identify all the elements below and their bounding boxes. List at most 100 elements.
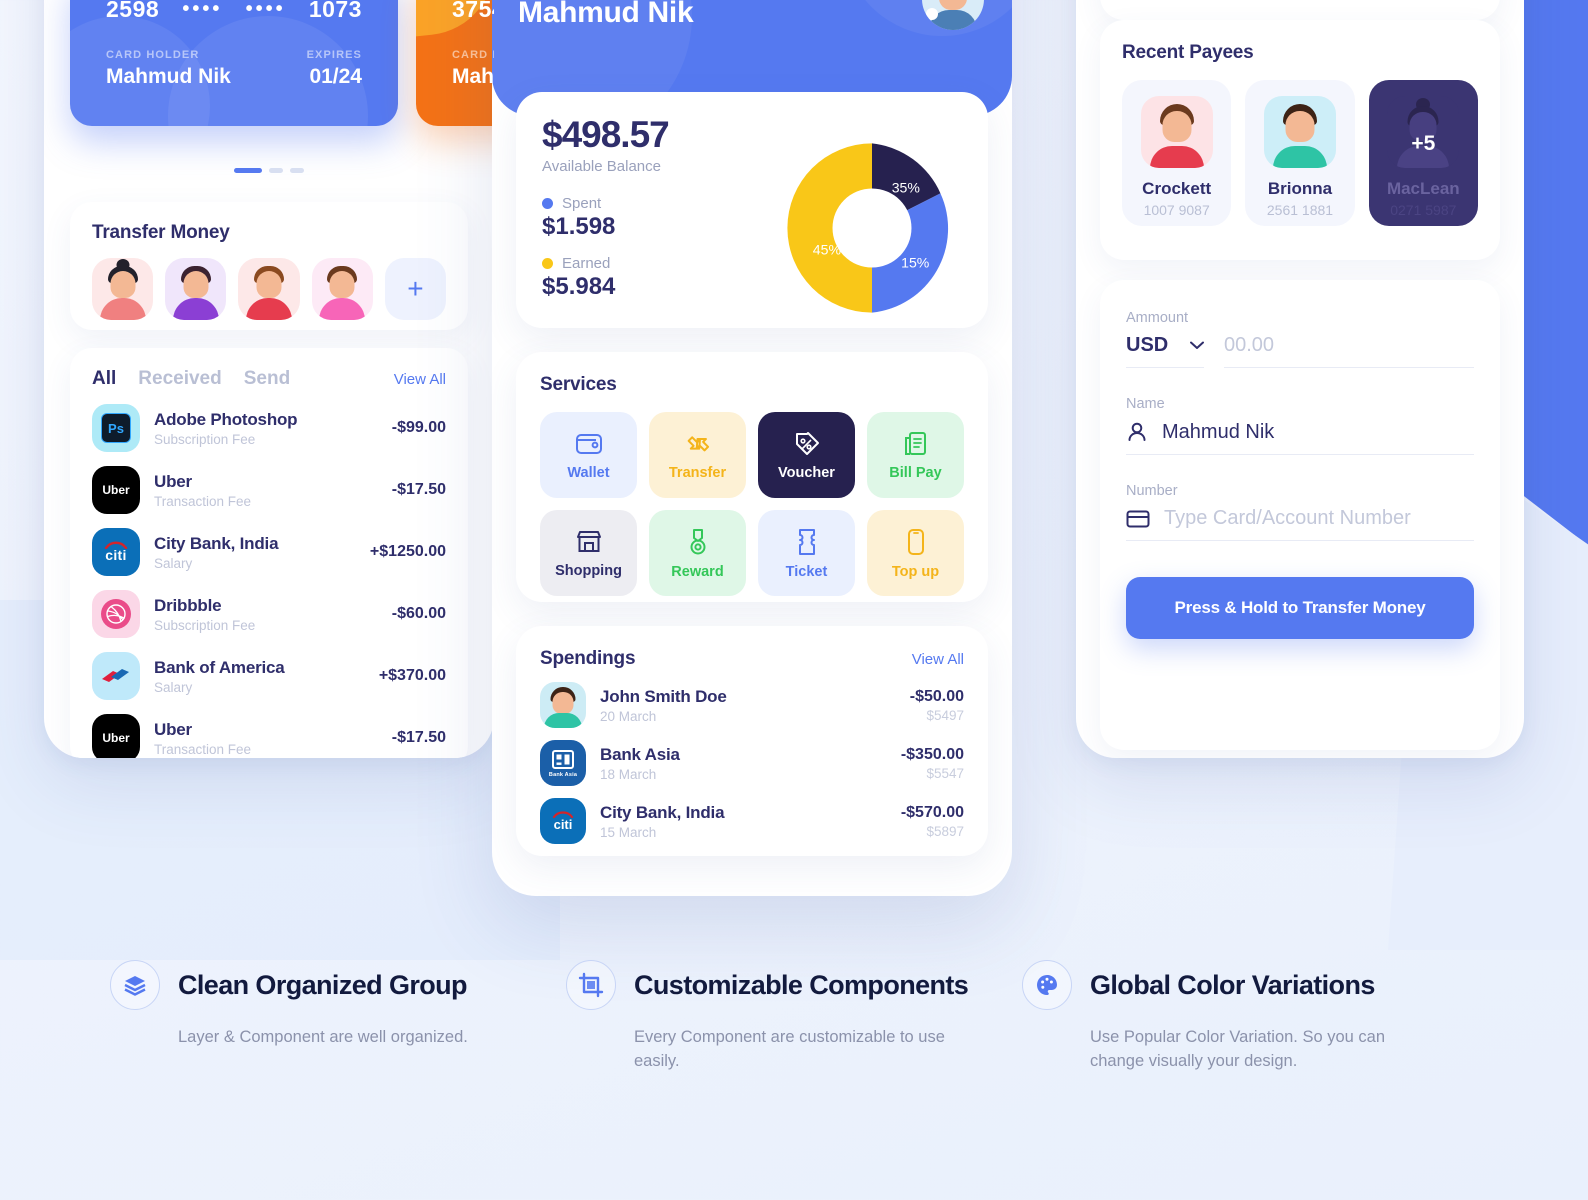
amount-label: Ammount — [1126, 310, 1189, 326]
transaction-row[interactable]: Uber Uber Transaction Fee -$17.50 — [92, 714, 446, 758]
spending-row[interactable]: citi City Bank, India 15 March -$570.00 … — [540, 798, 964, 844]
transaction-amount: +$370.00 — [378, 667, 446, 684]
contact-avatar-4[interactable] — [311, 258, 373, 320]
add-contact-button[interactable]: + — [384, 258, 447, 320]
card-holder-name: Mahmud Nik — [452, 65, 494, 88]
feature-desc: Use Popular Color Variation. So you can … — [1090, 1028, 1386, 1070]
feature-desc: Every Component are customizable to use … — [634, 1028, 945, 1070]
transaction-row[interactable]: Uber Uber Transaction Fee -$17.50 — [92, 466, 446, 514]
transaction-name: City Bank, India — [154, 533, 279, 553]
card-expires-label: EXPIRES — [306, 49, 362, 61]
spending-amount: -$570.00 — [900, 803, 964, 821]
contact-avatar-3[interactable] — [238, 258, 300, 320]
service-label: Wallet — [567, 464, 610, 481]
transaction-amount: -$99.00 — [391, 419, 446, 436]
transaction-name: Bank of America — [154, 657, 285, 677]
contact-avatar-2[interactable] — [165, 258, 227, 320]
payee-card-more[interactable]: +5 MacLean 0271 5987 — [1368, 80, 1478, 226]
dribbble-icon — [92, 590, 140, 638]
pager-dot-2[interactable] — [269, 168, 283, 173]
transaction-sub: Transaction Fee — [154, 493, 252, 509]
payee-card[interactable]: Brionna 2561 1881 — [1245, 80, 1355, 226]
shop-icon — [576, 530, 601, 552]
credit-card-orange[interactable]: 3754 •••• •••• CARD HOLDER Mahmud Nik — [416, 0, 494, 126]
transaction-row[interactable]: Ps Adobe Photoshop Subscription Fee -$99… — [92, 404, 446, 452]
pager-dot-1[interactable] — [234, 168, 262, 173]
transaction-row[interactable]: Bank of America Salary +$370.00 — [92, 652, 446, 700]
spending-balance: $5547 — [926, 765, 964, 781]
phone-left: 2598 •••• •••• 1073 CARD HOLDER Mahmud N… — [44, 0, 494, 758]
payee-more-count: +5 — [1411, 132, 1436, 155]
name-field[interactable]: Mahmud Nik — [1126, 420, 1474, 455]
contact-avatar-1[interactable] — [92, 258, 154, 320]
card-number-mask1: •••• — [182, 0, 223, 20]
card-holder-name: Mahmud Nik — [106, 65, 231, 88]
spending-row[interactable]: John Smith Doe 20 March -$50.00 $5497 — [540, 682, 964, 728]
legend-dot-earned — [542, 258, 553, 269]
amount-input[interactable]: 00.00 — [1224, 334, 1474, 368]
service-wallet[interactable]: Wallet — [540, 412, 637, 498]
spending-date: 15 March — [600, 824, 657, 840]
legend-label-spent: Spent — [562, 195, 602, 212]
view-all-transactions-link[interactable]: View All — [394, 371, 446, 388]
transaction-sub: Subscription Fee — [154, 431, 256, 447]
spending-balance: $5897 — [926, 823, 964, 839]
number-field[interactable]: Type Card/Account Number — [1126, 507, 1474, 541]
transfer-contacts: + — [92, 258, 447, 320]
card-icon — [1126, 510, 1150, 527]
service-transfer[interactable]: Transfer — [649, 412, 746, 498]
spendings-title: Spendings — [540, 648, 636, 669]
transaction-sub: Salary — [154, 679, 193, 695]
user-avatar[interactable] — [922, 0, 984, 30]
feature-title: Customizable Components — [634, 969, 969, 1000]
payee-card[interactable]: Crockett 1007 9087 — [1122, 80, 1232, 226]
service-label: Shopping — [555, 562, 622, 579]
voucher-icon — [795, 431, 819, 455]
phone-middle: Hello! Mahmud Nik $498.57 Available Bala… — [492, 0, 1012, 896]
tab-received[interactable]: Received — [138, 368, 221, 390]
chevron-down-icon — [1190, 341, 1204, 349]
service-voucher[interactable]: Voucher — [758, 412, 855, 498]
spending-row[interactable]: Bank Asia Bank Asia 18 March -$350.00 $5… — [540, 740, 964, 786]
person-avatar-icon — [540, 682, 586, 728]
page-root: 2598 •••• •••• 1073 CARD HOLDER Mahmud N… — [0, 0, 1588, 1200]
transaction-name: Adobe Photoshop — [154, 409, 298, 429]
spendings-card: Spendings View All John Smith Doe 20 Mar… — [516, 626, 988, 856]
payee-avatar — [1263, 96, 1336, 168]
service-shopping[interactable]: Shopping — [540, 510, 637, 596]
service-bill-pay[interactable]: Bill Pay — [867, 412, 964, 498]
service-label: Transfer — [668, 464, 727, 481]
currency-select[interactable]: USD — [1126, 334, 1204, 368]
view-all-spendings-link[interactable]: View All — [912, 651, 964, 668]
service-label: Voucher — [778, 464, 835, 481]
tab-send[interactable]: Send — [244, 368, 290, 390]
recent-payees-title: Recent Payees — [1122, 42, 1254, 63]
services-grid: Wallet Transfer Voucher Bill Pay Shoppin — [540, 412, 964, 596]
transaction-row[interactable]: Dribbble Subscription Fee -$60.00 — [92, 590, 446, 638]
number-label: Number — [1126, 483, 1178, 499]
service-top-up[interactable]: Top up — [867, 510, 964, 596]
currency-value: USD — [1126, 334, 1169, 356]
service-label: Top up — [891, 563, 940, 580]
service-ticket[interactable]: Ticket — [758, 510, 855, 596]
wallet-icon — [575, 433, 602, 454]
service-label: Reward — [671, 563, 724, 580]
press-hold-transfer-button[interactable]: Press & Hold to Transfer Money — [1126, 577, 1474, 639]
tab-all[interactable]: All — [92, 368, 116, 390]
payee-number: 0271 5987 — [1390, 202, 1457, 218]
spending-name: John Smith Doe — [600, 686, 727, 706]
carousel-pager[interactable] — [44, 168, 494, 173]
payee-avatar — [1140, 96, 1213, 168]
pager-dot-3[interactable] — [290, 168, 304, 173]
balance-card: $498.57 Available Balance Spent $1.598 E… — [516, 92, 988, 328]
payee-name: Crockett — [1142, 179, 1212, 198]
uber-icon: Uber — [92, 714, 140, 758]
payee-number: 2561 1881 — [1266, 202, 1334, 218]
credit-card-blue[interactable]: 2598 •••• •••• 1073 CARD HOLDER Mahmud N… — [70, 0, 398, 126]
services-card: Services Wallet Transfer Voucher Bill Pa… — [516, 352, 988, 602]
transaction-name: Dribbble — [154, 595, 222, 615]
transaction-row[interactable]: citi City Bank, India Salary +$1250.00 — [92, 528, 446, 576]
card-carousel[interactable]: 2598 •••• •••• 1073 CARD HOLDER Mahmud N… — [44, 0, 494, 130]
transaction-amount: -$17.50 — [391, 481, 446, 498]
service-reward[interactable]: Reward — [649, 510, 746, 596]
